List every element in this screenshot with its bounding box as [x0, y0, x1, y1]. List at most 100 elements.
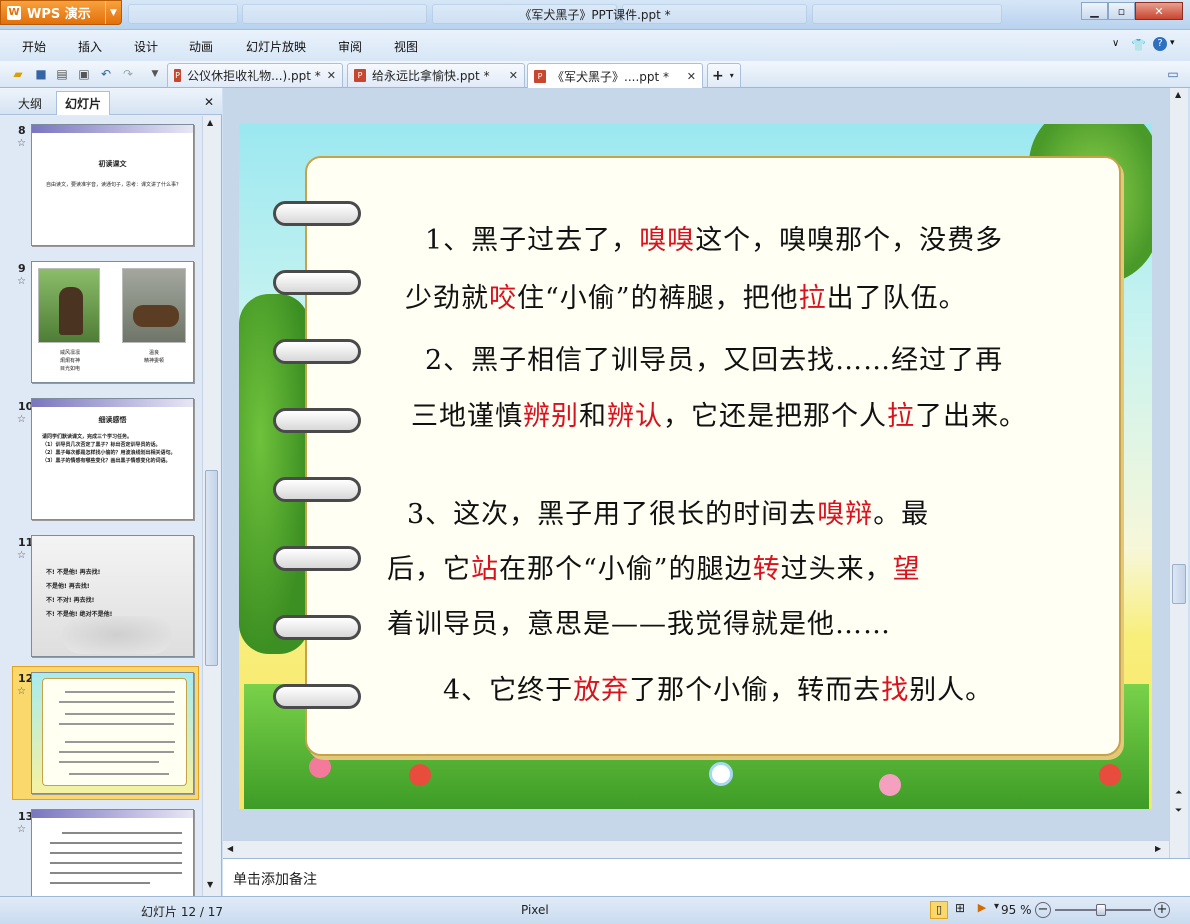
open-folder-icon[interactable]: ▰ — [9, 65, 27, 83]
scrollbar-thumb[interactable] — [1172, 564, 1186, 604]
close-icon[interactable]: ✕ — [687, 70, 696, 83]
slide-thumbnail-9[interactable]: 威风凛凛 炯炯有神 目光如电 温良 精神委顿 — [31, 261, 194, 383]
doc-tab-1[interactable]: P 公仪休拒收礼物...).ppt * ✕ — [167, 63, 343, 87]
next-slide-icon[interactable]: ⏷ — [1175, 806, 1182, 816]
slide-scrollbar[interactable]: ▲ ⏶ ⏷ — [1169, 88, 1188, 858]
skin-icon[interactable]: 👕 — [1131, 38, 1146, 52]
doc-tab-3[interactable]: P 《军犬黑子》....ppt * ✕ — [527, 63, 703, 88]
binder-ring — [273, 477, 361, 502]
previous-slide-icon[interactable]: ⏶ — [1175, 788, 1182, 798]
menu-design[interactable]: 设计 — [134, 38, 158, 55]
tab-slides[interactable]: 幻灯片 — [56, 91, 111, 115]
highlighted-word: 转 — [752, 554, 781, 585]
tab-list-icon[interactable]: ▭ — [1164, 65, 1182, 83]
binder-ring — [273, 546, 361, 571]
thumb-line: （2）黑子每次都是怎样找小偷的？用波浪线划出相关语句。 — [42, 450, 176, 456]
doc-tab-2[interactable]: P 给永远比拿愉快.ppt * ✕ — [347, 63, 525, 87]
text-line — [62, 832, 182, 834]
thumb-line: 不是他! 再去找! — [46, 583, 90, 590]
text-line — [65, 713, 175, 715]
current-slide[interactable]: 1、黑子过去了，嗅嗅这个，嗅嗅那个，没费多 少劲就咬住“小偷”的裤腿，把他拉出了队… — [239, 124, 1152, 809]
slideshow-icon[interactable]: ▶ — [973, 901, 991, 919]
highlighted-word: 辨认 — [607, 401, 663, 432]
notebook-shape — [42, 678, 187, 786]
zoom-out-icon[interactable]: − — [1035, 902, 1051, 918]
menu-animation[interactable]: 动画 — [189, 38, 213, 55]
scroll-left-icon[interactable]: ◀ — [227, 844, 233, 853]
dog-photo-2 — [122, 268, 186, 343]
flower-decoration — [1099, 764, 1121, 786]
zoom-slider-thumb[interactable] — [1095, 904, 1106, 916]
close-icon[interactable]: ✕ — [204, 95, 214, 109]
flower-decoration — [309, 756, 331, 778]
menu-slideshow[interactable]: 幻灯片放映 — [246, 38, 306, 55]
chevron-down-icon[interactable]: ▾ — [994, 901, 999, 912]
text-line — [50, 872, 182, 874]
notes-placeholder[interactable]: 单击添加备注 — [233, 869, 317, 889]
doc-tab-label: 《军犬黑子》....ppt * — [552, 69, 670, 84]
chevron-down-icon[interactable]: ▾ — [730, 71, 734, 80]
caption-2: 温良 精神委顿 — [124, 349, 184, 365]
toolbar-customize-icon[interactable]: ▼ — [146, 65, 164, 83]
highlighted-word: 放弃 — [573, 675, 630, 706]
menu-review[interactable]: 审阅 — [338, 38, 362, 55]
scroll-right-icon[interactable]: ▶ — [1155, 844, 1161, 853]
menu-home[interactable]: 开始 — [22, 38, 46, 55]
text-segment: 少劲就 — [405, 283, 489, 314]
new-tab-button[interactable]: + ▾ — [707, 63, 741, 87]
flower-decoration — [409, 764, 431, 786]
menu-view[interactable]: 视图 — [394, 38, 418, 55]
print-icon[interactable]: ▤ — [53, 65, 71, 83]
slide-thumbnail-8[interactable]: 初读课文 自由读文，要读准字音，读通句子，思考：课文讲了什么事？ — [31, 124, 194, 246]
wps-logo-icon: W — [7, 5, 21, 20]
menu-bar: 开始 插入 设计 动画 幻灯片放映 审阅 视图 ∨ 👕 ? ▾ — [0, 30, 1190, 61]
minimize-button[interactable]: ▁ — [1081, 2, 1108, 20]
help-dropdown-icon[interactable]: ▾ — [1170, 38, 1175, 48]
slide-thumbnail-12[interactable] — [31, 672, 194, 794]
slide-thumbnail-11[interactable]: 不! 不是他! 再去找! 不是他! 再去找! 不! 不对! 再去找! 不! 不是… — [31, 535, 194, 657]
close-button[interactable]: ✕ — [1135, 2, 1183, 20]
text-segment: 3、这次，黑子用了很长的时间去 — [407, 499, 818, 530]
text-line — [69, 773, 169, 775]
panel-tabs: 大纲 幻灯片 ✕ — [0, 88, 222, 115]
undo-icon[interactable]: ↶ — [97, 65, 115, 83]
thumbnail-scrollbar[interactable]: ▲ ▼ — [202, 116, 220, 896]
tab-outline[interactable]: 大纲 — [10, 91, 50, 115]
scroll-up-icon[interactable]: ▲ — [207, 118, 213, 127]
scroll-up-icon[interactable]: ▲ — [1175, 90, 1181, 99]
redo-icon[interactable]: ↷ — [119, 65, 137, 83]
help-icon[interactable]: ? — [1153, 37, 1167, 51]
save-icon[interactable]: ■ — [32, 65, 50, 83]
chevron-down-icon[interactable]: ∨ — [1112, 38, 1119, 49]
zoom-in-icon[interactable]: + — [1154, 902, 1170, 918]
normal-view-icon[interactable]: ▯ — [930, 901, 948, 919]
close-icon[interactable]: ✕ — [327, 69, 336, 82]
window-title: 《军犬黑子》PPT课件.ppt * — [519, 8, 671, 22]
wps-menu-button[interactable]: W WPS 演示 ▼ — [0, 0, 122, 25]
highlighted-word: 拉 — [887, 401, 915, 432]
slide-sorter-icon[interactable]: ⊞ — [951, 901, 969, 919]
close-icon[interactable]: ✕ — [509, 69, 518, 82]
slide-thumbnail-10[interactable]: 细读感悟 请同学们默读课文，完成三个学习任务。 （1）训导员几次否定了黑子？标出… — [31, 398, 194, 520]
caption-1: 威风凛凛 炯炯有神 目光如电 — [40, 349, 100, 373]
text-line — [59, 701, 174, 703]
print-preview-icon[interactable]: ▣ — [75, 65, 93, 83]
text-segment: 和 — [579, 401, 607, 432]
text-segment: 这个，嗅嗅那个，没费多 — [695, 225, 1004, 256]
slide-text-line: 2、黑子相信了训导员，又回去找……经过了再 — [425, 338, 1003, 377]
highlighted-word: 站 — [471, 554, 499, 585]
scrollbar-thumb[interactable] — [205, 470, 218, 666]
slide-thumbnail-13[interactable] — [31, 809, 194, 896]
doc-tab-label: 公仪休拒收礼物...).ppt * — [187, 69, 321, 83]
wps-button-label: WPS 演示 — [27, 7, 91, 22]
maximize-button[interactable]: ▫ — [1108, 2, 1135, 20]
caption-line: 炯炯有神 — [59, 358, 80, 364]
scroll-down-icon[interactable]: ▼ — [207, 880, 213, 889]
notes-pane[interactable]: 单击添加备注 — [223, 858, 1190, 896]
chevron-down-icon[interactable]: ▼ — [105, 1, 121, 24]
horizontal-scrollbar[interactable]: ◀ ▶ — [223, 840, 1169, 858]
thumb-text: 请同学们默读课文，完成三个学习任务。 （1）训导员几次否定了黑子？标出否定训导员… — [42, 433, 188, 465]
star-icon: ☆ — [17, 686, 26, 697]
menu-insert[interactable]: 插入 — [78, 38, 102, 55]
text-line — [65, 741, 175, 743]
